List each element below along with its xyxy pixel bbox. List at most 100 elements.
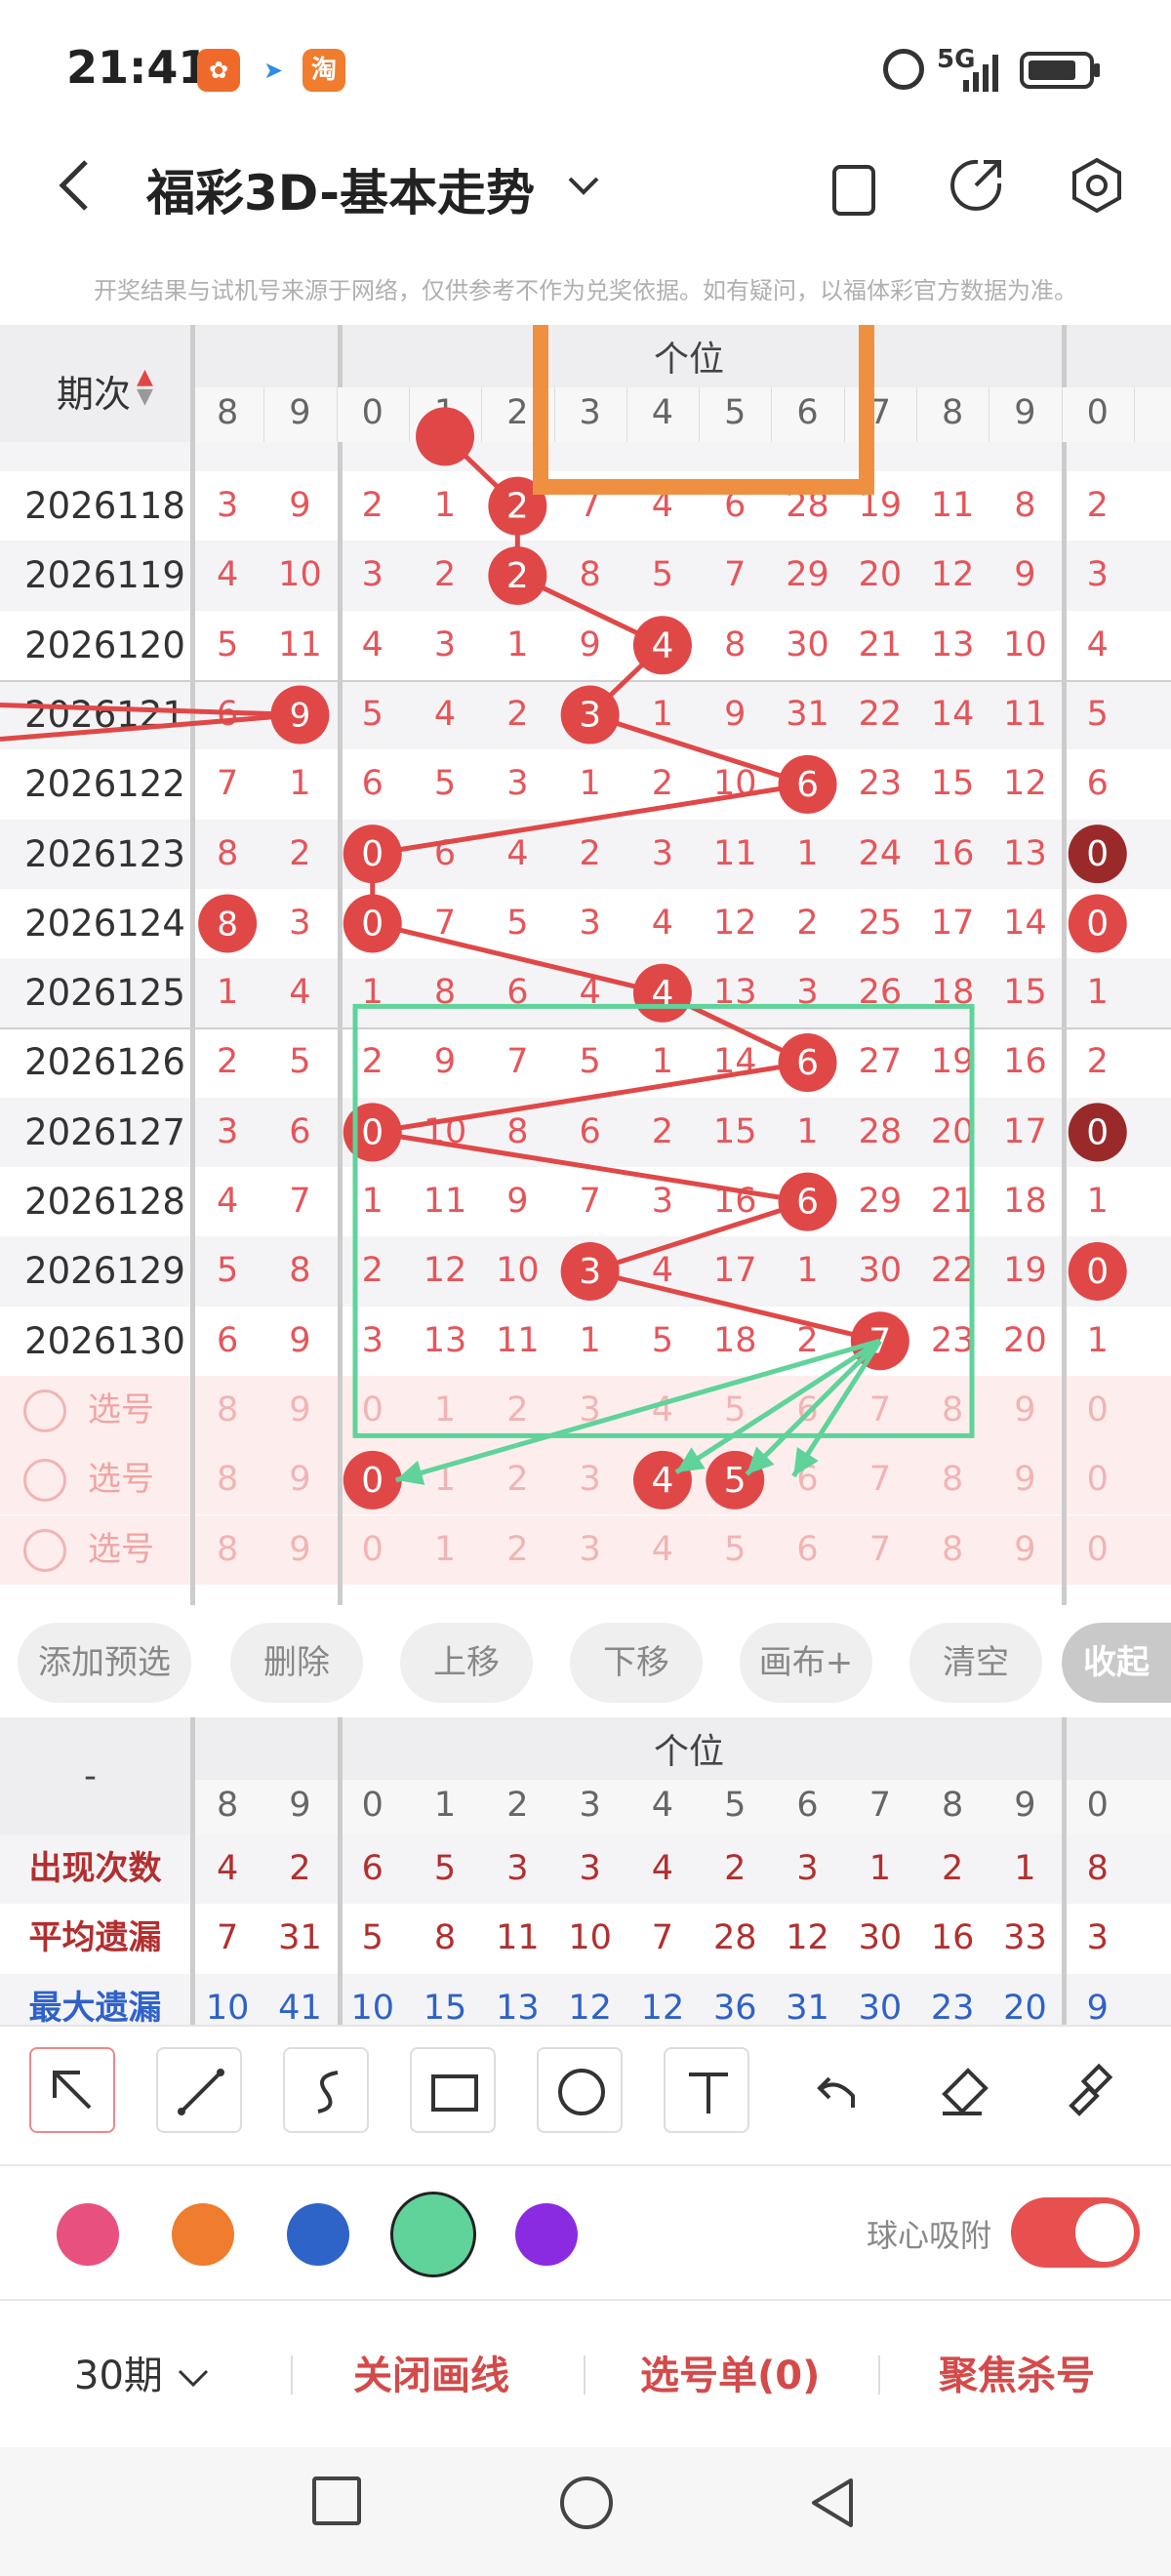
trend-cell: 19 <box>930 1042 975 1082</box>
arrow-tool-icon[interactable] <box>29 2047 115 2133</box>
snap-toggle[interactable] <box>1011 2197 1140 2268</box>
select-cell[interactable]: 8 <box>191 1515 263 1585</box>
select-radio[interactable] <box>23 1528 66 1572</box>
select-cell[interactable]: 0 <box>337 1376 409 1445</box>
select-radio[interactable] <box>23 1459 66 1503</box>
select-cell[interactable]: 7 <box>844 1376 916 1445</box>
select-label[interactable]: 选号 <box>88 1376 154 1445</box>
settings-icon[interactable] <box>1066 154 1128 217</box>
select-cell[interactable]: 9 <box>989 1376 1061 1445</box>
select-row: 选号 8 9 0 1 2 3 4 5 6 7 8 9 0 <box>0 1514 1171 1585</box>
share-icon[interactable] <box>945 154 1007 217</box>
color-swatch[interactable] <box>57 2203 119 2266</box>
rect-tool-icon[interactable] <box>410 2047 496 2133</box>
table-row: 2026120 5 11 4 3 1 9 8 30 21 13 10 4 <box>0 610 1171 680</box>
select-cell[interactable]: 8 <box>191 1445 263 1514</box>
trend-cell: 18 <box>712 1320 757 1360</box>
trend-cell: 19 <box>1003 1251 1047 1291</box>
select-label[interactable]: 选号 <box>88 1515 154 1585</box>
select-cell[interactable]: 3 <box>554 1445 626 1514</box>
trend-cell: 10 <box>496 1251 540 1291</box>
select-cell[interactable]: 1 <box>409 1515 481 1585</box>
add-preselect-button[interactable]: 添加预选 <box>18 1623 191 1703</box>
clear-button[interactable]: 清空 <box>909 1623 1042 1703</box>
select-cell[interactable]: 6 <box>771 1376 843 1445</box>
select-cell[interactable]: 2 <box>481 1376 553 1445</box>
sep2 <box>584 2355 586 2395</box>
sort-arrows-icon[interactable]: ▲ ▼ <box>137 367 158 408</box>
home-icon[interactable] <box>560 2476 613 2529</box>
select-cell[interactable]: 2 <box>481 1445 553 1514</box>
trend-cell: 12 <box>1003 764 1047 804</box>
select-cell[interactable]: 6 <box>771 1515 843 1585</box>
trend-cell: 24 <box>858 833 903 873</box>
title-dropdown-chevron-icon[interactable] <box>566 171 601 200</box>
color-swatch[interactable] <box>172 2203 234 2266</box>
select-cell[interactable]: 0 <box>1062 1515 1134 1585</box>
recent-apps-icon[interactable] <box>312 2476 361 2525</box>
circle-tool-icon[interactable] <box>537 2047 623 2133</box>
line-tool-icon[interactable] <box>156 2047 242 2133</box>
trend-cell: 15 <box>930 764 975 804</box>
color-swatch[interactable] <box>287 2203 349 2266</box>
select-cell[interactable]: 0 <box>1062 1445 1134 1514</box>
select-cell[interactable]: 0 <box>337 1515 409 1585</box>
select-cell[interactable]: 1 <box>409 1376 481 1445</box>
picks-list-button[interactable]: 选号单(0) <box>640 2344 820 2400</box>
select-cell[interactable]: 1 <box>409 1445 481 1514</box>
text-tool-icon[interactable] <box>664 2047 749 2133</box>
trend-cell: 11 <box>1003 694 1047 734</box>
brush-clear-icon[interactable] <box>1044 2047 1130 2133</box>
select-cell[interactable]: 7 <box>844 1515 916 1585</box>
period-header[interactable]: 期次 <box>57 364 131 418</box>
select-cell[interactable]: 3 <box>554 1515 626 1585</box>
back-chevron-icon[interactable] <box>51 156 100 215</box>
select-cell[interactable]: 5 <box>699 1376 771 1445</box>
select-cell[interactable]: 6 <box>771 1445 843 1514</box>
select-cell[interactable]: 4 <box>626 1445 699 1514</box>
bird-app-icon: ➤ <box>252 49 295 92</box>
move-down-button[interactable]: 下移 <box>570 1623 703 1703</box>
delete-button[interactable]: 删除 <box>230 1623 363 1703</box>
select-label[interactable]: 选号 <box>88 1445 154 1514</box>
focus-kill-button[interactable]: 聚焦杀号 <box>939 2344 1095 2400</box>
trend-cell: 22 <box>858 694 903 734</box>
move-up-button[interactable]: 上移 <box>400 1623 533 1703</box>
close-draw-button[interactable]: 关闭画线 <box>353 2344 509 2400</box>
document-icon[interactable] <box>831 164 876 217</box>
stats-column-header: 7 <box>868 1786 891 1825</box>
select-cell[interactable]: 8 <box>191 1376 263 1445</box>
select-cell[interactable]: 9 <box>989 1445 1061 1514</box>
select-cell[interactable]: 4 <box>626 1515 699 1585</box>
select-cell[interactable]: 9 <box>263 1376 336 1445</box>
select-cell[interactable]: 9 <box>263 1445 336 1514</box>
select-cell[interactable]: 9 <box>989 1515 1061 1585</box>
select-cell[interactable]: 8 <box>916 1445 989 1514</box>
select-cell[interactable]: 4 <box>626 1376 699 1445</box>
eraser-icon[interactable] <box>917 2047 1003 2133</box>
trend-cell: 1 <box>651 1042 674 1082</box>
select-radio[interactable] <box>23 1389 66 1432</box>
trend-cell: 28 <box>858 1111 903 1151</box>
select-cell[interactable]: 7 <box>844 1445 916 1514</box>
select-cell[interactable]: 5 <box>699 1515 771 1585</box>
period-select[interactable]: 30期 <box>74 2344 211 2400</box>
select-cell[interactable]: 2 <box>481 1515 553 1585</box>
canvas-plus-button[interactable]: 画布+ <box>740 1623 872 1703</box>
trend-cell: 16 <box>930 833 975 873</box>
color-swatch[interactable] <box>515 2203 578 2266</box>
select-cell[interactable]: 0 <box>337 1445 409 1514</box>
collapse-button[interactable]: 收起 <box>1062 1623 1171 1703</box>
select-cell[interactable]: 9 <box>263 1515 336 1585</box>
select-cell[interactable]: 8 <box>916 1515 989 1585</box>
back-nav-icon[interactable] <box>808 2476 857 2529</box>
undo-icon[interactable] <box>790 2047 876 2133</box>
stats-row-label: 平均遗漏 <box>28 1918 162 1958</box>
curve-tool-icon[interactable] <box>283 2047 369 2133</box>
select-cell[interactable]: 3 <box>554 1376 626 1445</box>
select-cell[interactable]: 8 <box>916 1376 989 1445</box>
color-swatch[interactable] <box>390 2192 476 2277</box>
page-title: 福彩3D-基本走势 <box>146 165 535 221</box>
select-cell[interactable]: 0 <box>1062 1376 1134 1445</box>
select-cell[interactable]: 5 <box>699 1445 771 1514</box>
